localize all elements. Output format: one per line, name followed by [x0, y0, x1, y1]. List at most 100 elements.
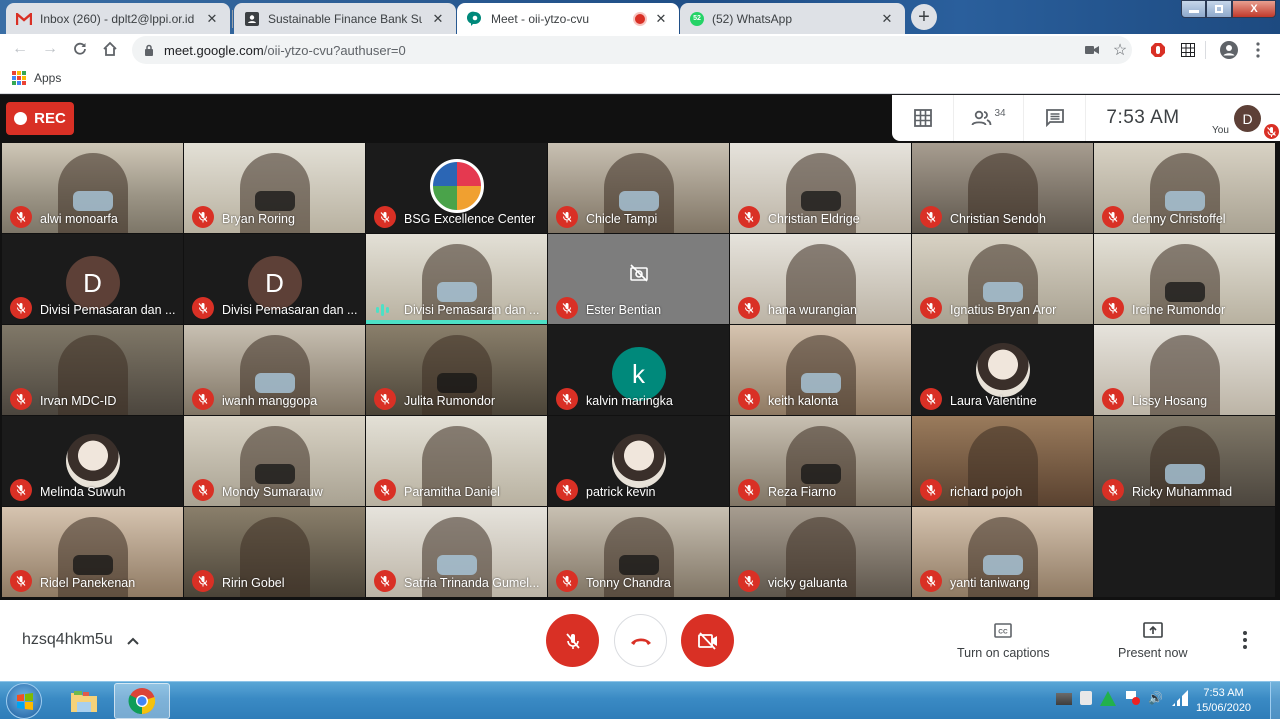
participant-tile[interactable]: Tonny Chandra: [548, 507, 729, 597]
mic-off-icon: [10, 388, 32, 410]
participant-photo-avatar: [611, 434, 666, 488]
adblock-extension-icon[interactable]: [1148, 40, 1168, 60]
participant-tile[interactable]: BSG Excellence Center: [366, 143, 547, 233]
participant-tile[interactable]: Ester Bentian: [548, 234, 729, 324]
participant-tile[interactable]: Ireine Rumondor: [1094, 234, 1275, 324]
participant-tile[interactable]: denny Christoffel: [1094, 143, 1275, 233]
chat-button[interactable]: [1024, 95, 1086, 141]
participant-tile[interactable]: Ricky Muhammad: [1094, 416, 1275, 506]
participant-tile[interactable]: Melinda Suwuh: [2, 416, 183, 506]
volume-icon[interactable]: 🔊: [1148, 690, 1164, 706]
close-tab-icon[interactable]: ✕: [204, 11, 220, 27]
participant-tile[interactable]: Divisi Pemasaran dan ...: [366, 234, 547, 324]
more-options-button[interactable]: [1243, 631, 1247, 649]
mic-off-icon: [192, 206, 214, 228]
meet-icon: [467, 11, 483, 27]
participant-tile[interactable]: richard pojoh: [912, 416, 1093, 506]
home-button[interactable]: [100, 39, 120, 59]
profile-avatar-icon[interactable]: [1219, 40, 1239, 60]
participant-tile[interactable]: patrick kevin: [548, 416, 729, 506]
menu-kebab-icon[interactable]: [1248, 40, 1268, 60]
participant-name: Chicle Tampi: [586, 212, 658, 226]
microphone-toggle-button[interactable]: [546, 614, 599, 667]
participant-tile[interactable]: Satria Trinanda Gumel...: [366, 507, 547, 597]
action-center-flag-icon[interactable]: [1124, 690, 1140, 706]
mic-off-icon: [374, 570, 396, 592]
close-tab-icon[interactable]: ✕: [430, 11, 446, 27]
participant-tile[interactable]: hana wurangian: [730, 234, 911, 324]
taskbar-file-explorer[interactable]: [56, 683, 112, 719]
participant-name: Paramitha Daniel: [404, 485, 500, 499]
participant-name: Melinda Suwuh: [40, 485, 126, 499]
participant-tile[interactable]: Christian Eldrige: [730, 143, 911, 233]
url-host: meet.google.com: [164, 42, 264, 58]
system-clock[interactable]: 7:53 AM 15/06/2020: [1196, 686, 1251, 716]
participant-tile[interactable]: Paramitha Daniel: [366, 416, 547, 506]
reload-button[interactable]: [70, 39, 90, 59]
participant-tile[interactable]: yanti taniwang: [912, 507, 1093, 597]
mic-off-icon: [10, 479, 32, 501]
participant-tile[interactable]: iwanh manggopa: [184, 325, 365, 415]
new-tab-button[interactable]: +: [911, 4, 937, 30]
self-view[interactable]: You D: [1200, 95, 1280, 141]
participant-tile[interactable]: k kalvin maringka: [548, 325, 729, 415]
participant-tile[interactable]: Mondy Sumarauw: [184, 416, 365, 506]
meeting-details-button[interactable]: hzsq4hkm5u: [22, 631, 139, 649]
participant-name: hana wurangian: [768, 303, 857, 317]
tab-gmail[interactable]: Inbox (260) - dplt2@lppi.or.id - L ✕: [6, 3, 230, 34]
captions-button[interactable]: CC Turn on captions: [957, 620, 1050, 660]
participant-tile[interactable]: Ridel Panekenan: [2, 507, 183, 597]
forward-button[interactable]: →: [40, 39, 60, 59]
participant-name: Reza Fiarno: [768, 485, 837, 499]
participant-tile[interactable]: Bryan Roring: [184, 143, 365, 233]
participant-tile[interactable]: Lissy Hosang: [1094, 325, 1275, 415]
mic-off-icon: [920, 570, 942, 592]
participant-tile[interactable]: alwi monoarfa: [2, 143, 183, 233]
chevron-up-icon: [127, 632, 139, 648]
green-triangle-icon[interactable]: [1100, 690, 1116, 706]
participant-tile[interactable]: keith kalonta: [730, 325, 911, 415]
participant-tile[interactable]: D Divisi Pemasaran dan ...: [184, 234, 365, 324]
bookmark-star-icon[interactable]: ☆: [1110, 40, 1130, 60]
tab-classroom[interactable]: Sustainable Finance Bank SulutG ✕: [234, 3, 456, 34]
present-now-button[interactable]: Present now: [1118, 620, 1187, 660]
network-computer-icon[interactable]: [1056, 693, 1072, 705]
leave-call-button[interactable]: [614, 614, 667, 667]
participant-tile[interactable]: Ririn Gobel: [184, 507, 365, 597]
participant-tile[interactable]: Julita Rumondor: [366, 325, 547, 415]
back-button[interactable]: ←: [10, 39, 30, 59]
start-button[interactable]: [6, 683, 42, 719]
participant-tile[interactable]: Christian Sendoh: [912, 143, 1093, 233]
close-window-button[interactable]: X: [1232, 0, 1276, 18]
mic-off-icon: [10, 570, 32, 592]
bsg-logo-avatar: [429, 159, 484, 213]
show-desktop-button[interactable]: [1270, 682, 1280, 719]
signal-strength-icon[interactable]: [1172, 690, 1188, 706]
tab-whatsapp[interactable]: 52 (52) WhatsApp ✕: [680, 3, 905, 34]
tab-meet[interactable]: Meet - oii-ytzo-cvu ✕: [457, 3, 679, 34]
participant-tile[interactable]: Irvan MDC-ID: [2, 325, 183, 415]
chrome-icon: [128, 688, 156, 715]
participant-tile[interactable]: vicky galuanta: [730, 507, 911, 597]
participant-tile[interactable]: Reza Fiarno: [730, 416, 911, 506]
participants-button[interactable]: 34: [954, 95, 1024, 141]
address-bar[interactable]: meet.google.com/oii-ytzo-cvu?authuser=0: [132, 36, 1132, 64]
close-tab-icon[interactable]: ✕: [653, 11, 669, 27]
close-tab-icon[interactable]: ✕: [879, 11, 895, 27]
participant-tile[interactable]: Chicle Tampi: [548, 143, 729, 233]
camera-toggle-button[interactable]: [681, 614, 734, 667]
folder-icon: [71, 691, 97, 712]
participant-tile[interactable]: Laura Valentine: [912, 325, 1093, 415]
camera-in-use-icon[interactable]: [1082, 40, 1102, 60]
restore-button[interactable]: [1206, 0, 1232, 18]
taskbar-chrome[interactable]: [114, 683, 170, 719]
participant-name: iwanh manggopa: [222, 394, 318, 408]
grid-extension-icon[interactable]: [1178, 40, 1198, 60]
classroom-icon: [244, 11, 260, 27]
apps-bookmark[interactable]: Apps: [12, 71, 61, 85]
layout-grid-button[interactable]: [892, 95, 954, 141]
participant-tile[interactable]: D Divisi Pemasaran dan ...: [2, 234, 183, 324]
minimize-button[interactable]: [1181, 0, 1206, 18]
power-plug-icon[interactable]: [1080, 691, 1092, 705]
participant-tile[interactable]: Ignatius Bryan Aror: [912, 234, 1093, 324]
